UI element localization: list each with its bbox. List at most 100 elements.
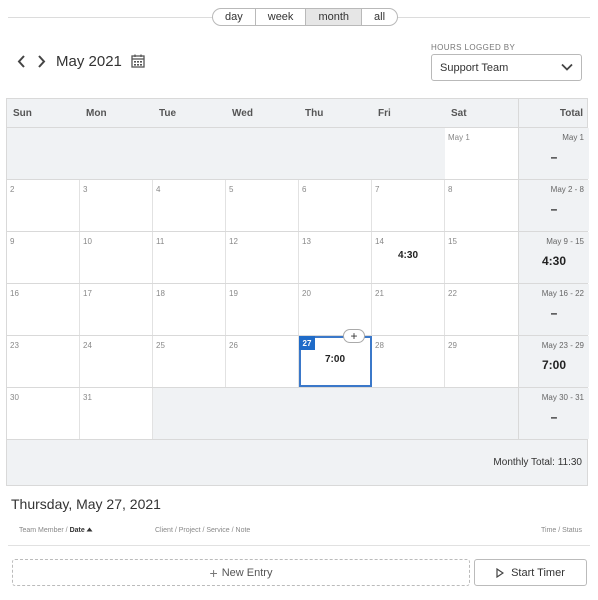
week-total: – [550, 202, 558, 216]
day-number: 25 [156, 341, 165, 350]
calendar-day-cell[interactable]: 25 [153, 336, 226, 387]
calendar-day-cell[interactable]: 3 [80, 180, 153, 231]
calendar-day-cell[interactable]: 21 [372, 284, 445, 335]
calendar-empty-cell [372, 128, 445, 179]
calendar-day-cell[interactable]: 11 [153, 232, 226, 283]
calendar-week-row: 30 31 May 30 - 31 – [7, 388, 589, 440]
day-number: 18 [156, 289, 165, 298]
week-range: May 2 - 8 [550, 185, 584, 194]
day-number: 10 [83, 237, 92, 246]
calendar-week-row: 23 24 25 26 27 +7:00 28 29 May 23 - 29 7:00 [7, 329, 589, 388]
calendar-day-cell[interactable]: May 1 [445, 128, 518, 179]
calendar-day-cell[interactable]: 13 [299, 232, 372, 283]
calendar-day-cell[interactable]: 15 [445, 232, 518, 283]
chevron-down-icon [561, 62, 573, 74]
calendar-day-cell[interactable]: 24 [80, 336, 153, 387]
new-entry-label: New Entry [221, 566, 273, 579]
week-range: May 30 - 31 [541, 393, 584, 402]
header-thu: Thu [305, 108, 324, 119]
monthly-total-row: Monthly Total: 11:30 [7, 440, 587, 485]
start-timer-label: Start Timer [511, 566, 565, 579]
week-total-cell: May 2 - 8 – [518, 180, 589, 231]
calendar-day-cell[interactable]: 5 [226, 180, 299, 231]
calendar-body: May 1 May 1–2 3 4 5 6 7 8 May 2 - 8–9 10 11 12 13 14 4… [7, 128, 589, 440]
calendar-week-row: 16 17 18 19 20 21 22 May 16 - 22 – [7, 284, 589, 336]
view-switcher: day week month all [212, 8, 399, 26]
tab-all[interactable]: all [361, 9, 397, 25]
calendar-day-cell[interactable]: 16 [7, 284, 80, 335]
header-wed: Wed [232, 108, 253, 119]
play-icon [496, 567, 505, 578]
calendar-day-cell[interactable]: 4 [153, 180, 226, 231]
chevron-right-icon[interactable] [34, 52, 48, 70]
column-date-label: Date [69, 527, 85, 534]
week-range: May 9 - 15 [546, 237, 584, 246]
day-number: 7 [375, 185, 380, 194]
day-number: 23 [10, 341, 19, 350]
calendar-day-cell[interactable]: 23 [7, 336, 80, 387]
new-entry-button[interactable]: + New Entry [12, 559, 470, 586]
calendar-day-cell[interactable]: 7 [372, 180, 445, 231]
calendar-empty-cell [80, 128, 153, 179]
day-number: 30 [10, 393, 19, 402]
day-number: 12 [229, 237, 238, 246]
calendar-day-cell[interactable]: 6 [299, 180, 372, 231]
header-sun: Sun [13, 108, 32, 119]
day-number: 16 [10, 289, 19, 298]
calendar-day-cell[interactable]: 8 [445, 180, 518, 231]
week-total: – [550, 410, 558, 424]
week-total: – [550, 150, 558, 164]
day-number: 3 [83, 185, 88, 194]
day-number: 17 [83, 289, 92, 298]
calendar-empty-cell [7, 128, 80, 179]
add-entry-button[interactable]: + [343, 329, 365, 343]
calendar-day-cell[interactable]: 31 [80, 388, 153, 439]
calendar-day-cell[interactable]: 26 [226, 336, 299, 387]
day-hours: 4:30 [397, 250, 418, 261]
calendar-empty-cell [153, 388, 226, 439]
calendar-day-cell[interactable]: 12 [226, 232, 299, 283]
calendar-day-cell[interactable]: 22 [445, 284, 518, 335]
calendar-day-cell[interactable]: 19 [226, 284, 299, 335]
list-divider [8, 545, 590, 546]
header-fri: Fri [378, 108, 391, 119]
day-number: 14 [375, 237, 384, 246]
calendar-day-cell-selected[interactable]: 27 +7:00 [299, 329, 372, 387]
calendar-day-cell[interactable]: 14 4:30 [372, 232, 445, 283]
calendar-icon[interactable] [131, 54, 145, 68]
tab-week[interactable]: week [254, 9, 306, 25]
week-total: – [550, 306, 558, 320]
monthly-total: Monthly Total: 11:30 [493, 457, 582, 468]
month-navigation: May 2021 [14, 52, 145, 70]
calendar-day-cell[interactable]: 28 [372, 336, 445, 387]
header-total: Total [518, 99, 589, 127]
day-number: 2 [10, 185, 15, 194]
day-number: 8 [448, 185, 453, 194]
calendar-day-cell[interactable]: 29 [445, 336, 518, 387]
start-timer-button[interactable]: Start Timer [474, 559, 587, 586]
calendar-day-cell[interactable]: 9 [7, 232, 80, 283]
calendar-header: Sun Mon Tue Wed Thu Fri Sat Total [7, 99, 587, 128]
calendar-week-row: 9 10 11 12 13 14 4:30 15 May 9 - 15 4:30 [7, 232, 589, 284]
hours-logged-select[interactable]: Support Team [431, 54, 582, 81]
day-number: 13 [302, 237, 311, 246]
tab-month[interactable]: month [305, 9, 362, 25]
day-number: 29 [448, 341, 457, 350]
calendar-day-cell[interactable]: 18 [153, 284, 226, 335]
column-time-status: Time / Status [541, 527, 582, 534]
selected-day-title: Thursday, May 27, 2021 [11, 496, 161, 512]
calendar-day-cell[interactable]: 30 [7, 388, 80, 439]
hours-logged-label: HOURS LOGGED BY [431, 43, 516, 52]
month-title: May 2021 [56, 52, 122, 70]
week-total-cell: May 16 - 22 – [518, 284, 589, 335]
chevron-left-icon[interactable] [14, 52, 28, 70]
calendar-day-cell[interactable]: 17 [80, 284, 153, 335]
tab-day[interactable]: day [213, 9, 255, 25]
column-member-date[interactable]: Team Member / Date [19, 527, 93, 534]
calendar-week-row: 2 3 4 5 6 7 8 May 2 - 8 – [7, 180, 589, 232]
week-range: May 16 - 22 [541, 289, 584, 298]
calendar-day-cell[interactable]: 20 [299, 284, 372, 335]
calendar-day-cell[interactable]: 2 [7, 180, 80, 231]
calendar-empty-cell [372, 388, 445, 439]
calendar-day-cell[interactable]: 10 [80, 232, 153, 283]
